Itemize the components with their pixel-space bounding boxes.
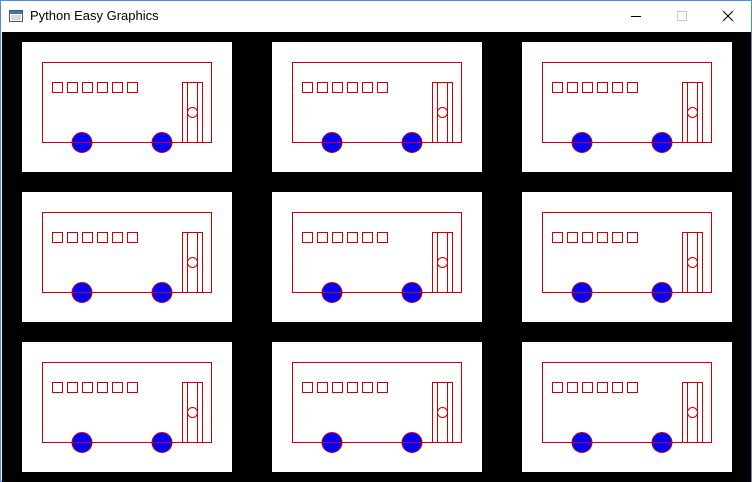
close-icon: [722, 10, 734, 22]
minimize-button[interactable]: [613, 1, 659, 31]
title-bar[interactable]: Python Easy Graphics: [1, 1, 751, 31]
maximize-icon: [677, 11, 687, 21]
bus-panel: [522, 42, 732, 172]
graphics-canvas[interactable]: [2, 32, 751, 482]
minimize-icon: [631, 16, 641, 17]
bus-panel: [522, 192, 732, 322]
bus-panel: [272, 342, 482, 472]
bus-panel: [522, 342, 732, 472]
bus-panel: [272, 42, 482, 172]
maximize-button[interactable]: [659, 1, 705, 31]
close-button[interactable]: [705, 1, 751, 31]
python-window-icon: [9, 9, 23, 23]
bus-panel: [272, 192, 482, 322]
bus-panel: [22, 342, 232, 472]
app-window: Python Easy Graphics: [0, 0, 752, 482]
bus-panel: [22, 42, 232, 172]
bus-scene: [22, 42, 732, 472]
bus-panel: [22, 192, 232, 322]
window-title: Python Easy Graphics: [30, 8, 159, 23]
